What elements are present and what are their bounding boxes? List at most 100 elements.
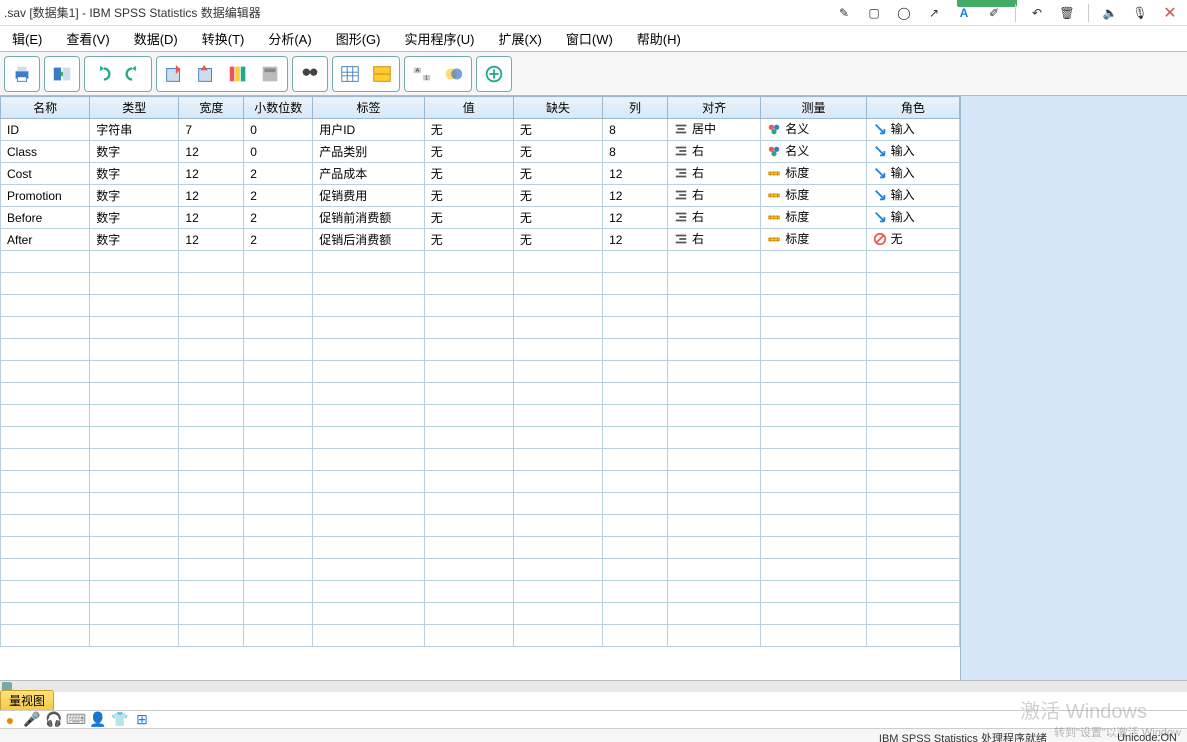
empty-cell[interactable]: .	[1, 273, 90, 295]
empty-cell[interactable]: .	[179, 537, 244, 559]
cell-type[interactable]: 数字	[90, 207, 179, 229]
empty-cell[interactable]: .	[761, 515, 866, 537]
empty-cell[interactable]: .	[179, 559, 244, 581]
empty-cell[interactable]: .	[179, 361, 244, 383]
empty-cell[interactable]: .	[1, 537, 90, 559]
menu-graphs[interactable]: 图形(G)	[324, 29, 393, 48]
empty-cell[interactable]: .	[513, 449, 602, 471]
weight-cases-button[interactable]	[367, 59, 397, 89]
empty-cell[interactable]: .	[667, 581, 760, 603]
empty-cell[interactable]: .	[90, 515, 179, 537]
empty-cell[interactable]: .	[1, 339, 90, 361]
empty-cell[interactable]: .	[179, 449, 244, 471]
empty-row[interactable]: ...........	[1, 449, 960, 471]
empty-cell[interactable]: .	[513, 405, 602, 427]
empty-cell[interactable]: .	[313, 493, 425, 515]
cell-columns[interactable]: 8	[603, 141, 668, 163]
empty-cell[interactable]: .	[761, 493, 866, 515]
print-button[interactable]	[7, 59, 37, 89]
cell-missing[interactable]: 无	[513, 119, 602, 141]
empty-cell[interactable]: .	[603, 427, 668, 449]
empty-cell[interactable]: .	[603, 449, 668, 471]
empty-cell[interactable]: .	[513, 339, 602, 361]
empty-cell[interactable]: .	[513, 625, 602, 647]
empty-cell[interactable]: .	[1, 471, 90, 493]
goto-case-button[interactable]	[159, 59, 189, 89]
variable-row[interactable]: Promotion数字122促销费用无无12右标度输入	[1, 185, 960, 207]
empty-cell[interactable]: .	[1, 449, 90, 471]
empty-cell[interactable]: .	[179, 581, 244, 603]
empty-cell[interactable]: .	[667, 493, 760, 515]
cell-measure[interactable]: 标度	[761, 163, 866, 185]
empty-cell[interactable]: .	[1, 405, 90, 427]
empty-cell[interactable]: .	[603, 493, 668, 515]
empty-cell[interactable]: .	[1, 251, 90, 273]
cell-type[interactable]: 数字	[90, 141, 179, 163]
empty-cell[interactable]: .	[179, 317, 244, 339]
cell-missing[interactable]: 无	[513, 207, 602, 229]
empty-cell[interactable]: .	[866, 295, 959, 317]
empty-cell[interactable]: .	[761, 383, 866, 405]
menu-view[interactable]: 查看(V)	[54, 29, 121, 48]
variable-row[interactable]: Before数字122促销前消费额无无12右标度输入	[1, 207, 960, 229]
empty-cell[interactable]: .	[667, 273, 760, 295]
menu-edit[interactable]: 辑(E)	[0, 29, 54, 48]
cell-type[interactable]: 数字	[90, 229, 179, 251]
empty-cell[interactable]: .	[667, 559, 760, 581]
empty-cell[interactable]: .	[603, 339, 668, 361]
cell-role[interactable]: 输入	[866, 163, 959, 185]
cell-role[interactable]: 输入	[866, 185, 959, 207]
empty-cell[interactable]: .	[513, 603, 602, 625]
cell-name[interactable]: Before	[1, 207, 90, 229]
empty-cell[interactable]: .	[179, 515, 244, 537]
cell-values[interactable]: 无	[424, 141, 513, 163]
empty-cell[interactable]: .	[424, 625, 513, 647]
empty-cell[interactable]: .	[424, 317, 513, 339]
menu-analyze[interactable]: 分析(A)	[256, 29, 323, 48]
empty-cell[interactable]: .	[313, 603, 425, 625]
col-decimals[interactable]: 小数位数	[244, 97, 313, 119]
empty-cell[interactable]: .	[179, 625, 244, 647]
cell-columns[interactable]: 12	[603, 229, 668, 251]
empty-row[interactable]: ...........	[1, 361, 960, 383]
empty-row[interactable]: ...........	[1, 295, 960, 317]
empty-cell[interactable]: .	[667, 295, 760, 317]
empty-cell[interactable]: .	[90, 405, 179, 427]
col-align[interactable]: 对齐	[667, 97, 760, 119]
empty-cell[interactable]: .	[513, 361, 602, 383]
empty-cell[interactable]: .	[313, 317, 425, 339]
empty-cell[interactable]: .	[424, 361, 513, 383]
cell-name[interactable]: Promotion	[1, 185, 90, 207]
menu-data[interactable]: 数据(D)	[122, 29, 190, 48]
empty-cell[interactable]: .	[179, 427, 244, 449]
menu-window[interactable]: 窗口(W)	[554, 29, 625, 48]
select-cases-button[interactable]	[439, 59, 469, 89]
empty-cell[interactable]: .	[866, 625, 959, 647]
speaker-icon[interactable]: 🔈	[1101, 4, 1119, 22]
cell-missing[interactable]: 无	[513, 163, 602, 185]
empty-cell[interactable]: .	[90, 427, 179, 449]
empty-cell[interactable]: .	[424, 295, 513, 317]
cell-decimals[interactable]: 2	[244, 207, 313, 229]
empty-row[interactable]: ...........	[1, 339, 960, 361]
empty-row[interactable]: ...........	[1, 427, 960, 449]
cell-columns[interactable]: 8	[603, 119, 668, 141]
undo-icon[interactable]: ↶	[1028, 4, 1046, 22]
empty-cell[interactable]: .	[513, 537, 602, 559]
empty-cell[interactable]: .	[1, 559, 90, 581]
empty-cell[interactable]: .	[244, 273, 313, 295]
col-values[interactable]: 值	[424, 97, 513, 119]
cell-role[interactable]: 输入	[866, 141, 959, 163]
empty-cell[interactable]: .	[424, 581, 513, 603]
empty-cell[interactable]: .	[866, 383, 959, 405]
empty-cell[interactable]: .	[667, 471, 760, 493]
mic-status-icon[interactable]: 🎤	[24, 712, 40, 728]
empty-row[interactable]: ...........	[1, 273, 960, 295]
cell-measure[interactable]: 标度	[761, 207, 866, 229]
empty-cell[interactable]: .	[244, 581, 313, 603]
empty-cell[interactable]: .	[1, 581, 90, 603]
cell-values[interactable]: 无	[424, 229, 513, 251]
empty-cell[interactable]: .	[179, 273, 244, 295]
empty-cell[interactable]: .	[424, 383, 513, 405]
cell-role[interactable]: 无	[866, 229, 959, 251]
